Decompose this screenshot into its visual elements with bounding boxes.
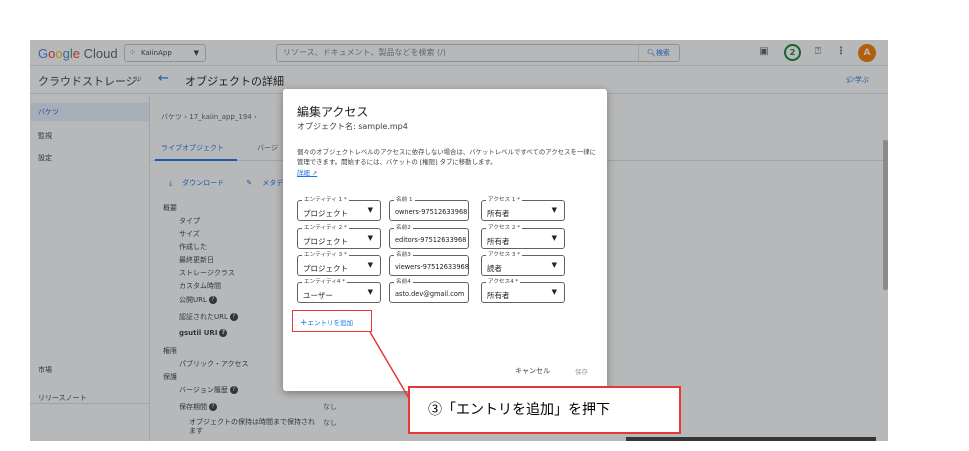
dropdown-arrow-icon: ▼: [551, 234, 557, 242]
dropdown-arrow-icon: ▼: [551, 261, 557, 269]
details-link[interactable]: 詳細 ↗: [297, 168, 317, 177]
dropdown-arrow-icon: ▼: [367, 234, 373, 242]
screenshot: Google Cloud ⁘ KaiinApp ▼ リソース、ドキュメント、製品…: [0, 0, 969, 451]
dropdown-arrow-icon: ▼: [367, 206, 373, 214]
dropdown-arrow-icon: ▼: [367, 261, 373, 269]
edit-access-dialog: 編集アクセス オブジェクト名: sample.mp4 個々のオブジェクトレベルの…: [283, 89, 607, 391]
open-in-new-icon: ↗: [309, 169, 318, 177]
dialog-object-name: オブジェクト名: sample.mp4: [297, 122, 408, 131]
dialog-description: 個々のオブジェクトレベルのアクセスに依存しない場合は、バケットレベルですべてのア…: [297, 148, 597, 166]
access-1-select[interactable]: アクセス 1 * 所有者 ▼: [481, 196, 565, 221]
plus-icon: +: [300, 318, 308, 328]
access-3-select[interactable]: アクセス 3 * 読者 ▼: [481, 251, 565, 276]
access-2-select[interactable]: アクセス 2 * 所有者 ▼: [481, 224, 565, 249]
access-4-select[interactable]: アクセス4 * 所有者 ▼: [481, 278, 565, 303]
dialog-title: 編集アクセス: [297, 105, 369, 119]
name-4-field[interactable]: 名前4 asto.dev@gmail.com: [389, 278, 469, 303]
dropdown-arrow-icon: ▼: [551, 206, 557, 214]
entity-2-select[interactable]: エンティティ 2 * プロジェクト ▼: [297, 224, 381, 249]
save-button[interactable]: 保存: [575, 366, 588, 376]
name-2-field[interactable]: 名前2 editors-97512633968: [389, 224, 469, 249]
name-3-field[interactable]: 名前3 viewers-97512633968: [389, 251, 469, 276]
dropdown-arrow-icon: ▼: [367, 288, 373, 296]
add-entry-button[interactable]: +エントリを追加: [300, 317, 353, 328]
annotation-callout: ③「エントリを追加」を押下: [408, 386, 681, 434]
dropdown-arrow-icon: ▼: [551, 288, 557, 296]
entity-3-select[interactable]: エンティティ 3 * プロジェクト ▼: [297, 251, 381, 276]
cancel-button[interactable]: キャンセル: [515, 366, 550, 376]
name-1-field[interactable]: 名前 1 owners-97512633968: [389, 196, 469, 221]
entity-1-select[interactable]: エンティティ 1 * プロジェクト ▼: [297, 196, 381, 221]
entity-4-select[interactable]: エンティティ4 * ユーザー ▼: [297, 278, 381, 303]
